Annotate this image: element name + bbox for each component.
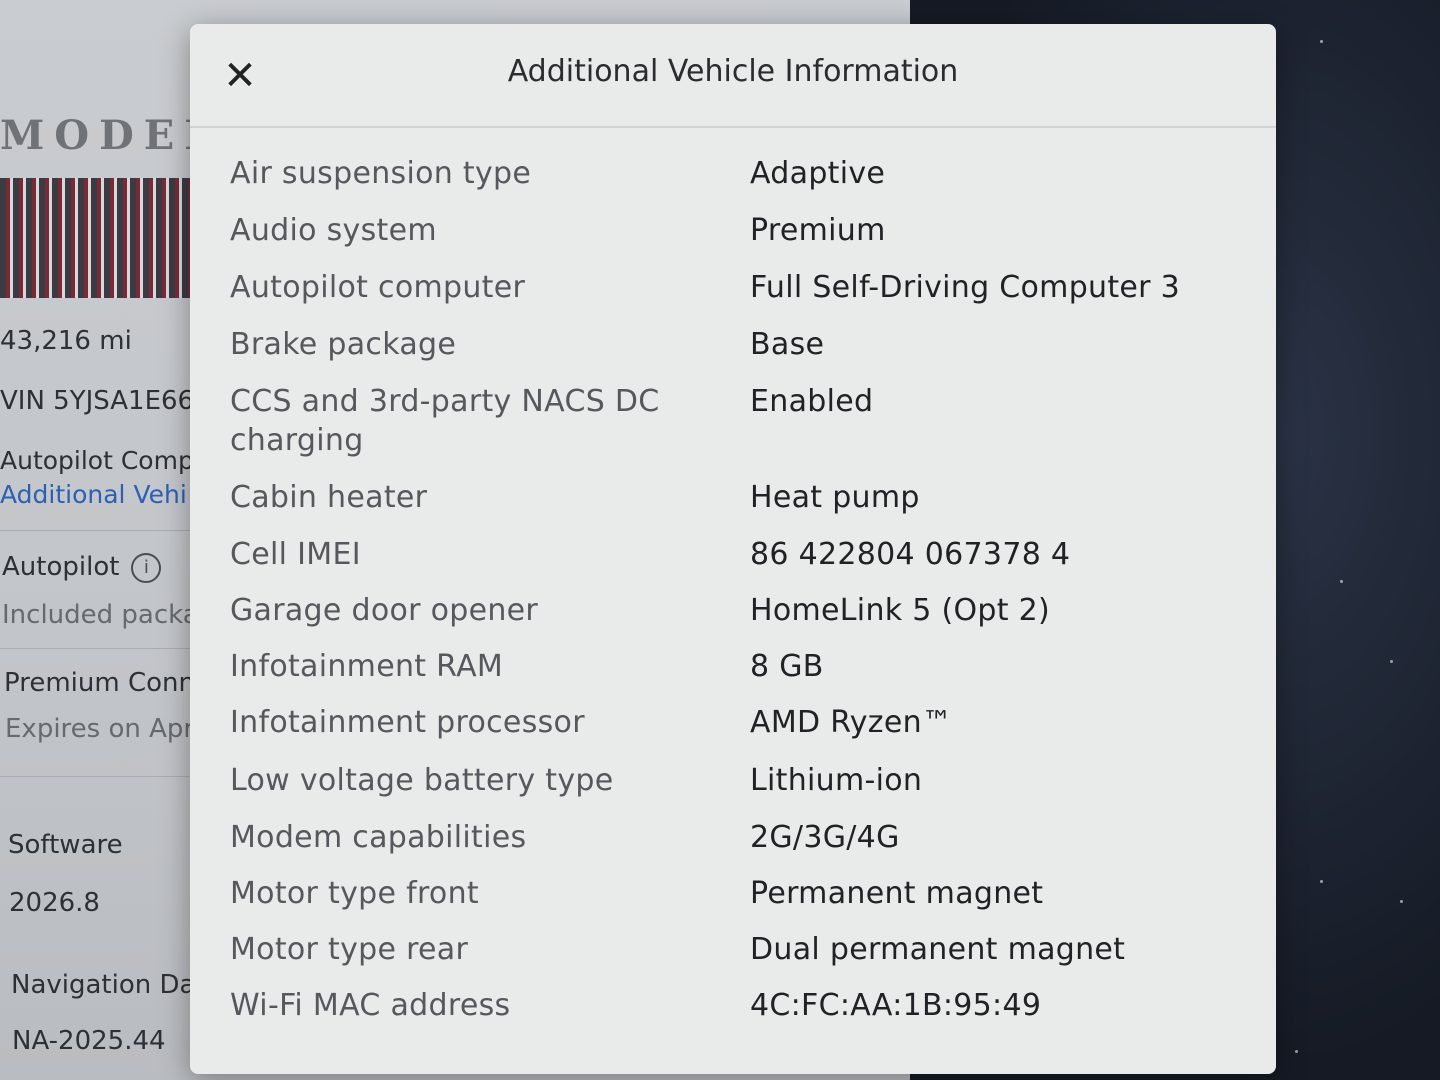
info-row: Low voltage battery type Lithium-ion <box>230 761 1240 818</box>
row-label: Low voltage battery type <box>230 763 614 798</box>
row-value: Enabled <box>750 384 874 419</box>
row-value: Dual permanent magnet <box>750 932 1126 967</box>
star <box>1320 40 1323 43</box>
row-label: Infotainment processor <box>230 705 585 740</box>
row-label: Cabin heater <box>230 480 428 515</box>
star <box>1295 1050 1298 1053</box>
modal-header: ✕ Additional Vehicle Information <box>190 24 1276 128</box>
row-value: Base <box>750 327 825 362</box>
row-value: 2G/3G/4G <box>750 820 900 855</box>
row-label: Infotainment RAM <box>230 649 504 684</box>
info-row: Brake package Base <box>230 325 1240 382</box>
row-value: 8 GB <box>750 649 824 684</box>
row-label: Cell IMEI <box>230 537 361 572</box>
car-thumbnail <box>0 178 200 298</box>
divider <box>0 776 200 777</box>
info-row: Modem capabilities 2G/3G/4G <box>230 818 1240 874</box>
row-label: Air suspension type <box>230 156 532 191</box>
vin: VIN 5YJSA1E66 <box>0 386 195 416</box>
autopilot-label: Autopilot <box>2 552 120 582</box>
divider <box>0 648 200 649</box>
info-row: Infotainment RAM 8 GB <box>230 647 1240 703</box>
info-row: CCS and 3rd-party NACS DC charging Enabl… <box>230 382 1240 478</box>
row-label: Autopilot computer <box>230 270 526 305</box>
premium-connectivity-label: Premium Conn <box>4 668 195 698</box>
row-value: 4C:FC:AA:1B:95:49 <box>750 988 1042 1023</box>
row-value: Heat pump <box>750 480 920 515</box>
row-label: Audio system <box>230 213 437 248</box>
info-row: Wi-Fi MAC address 4C:FC:AA:1B:95:49 <box>230 986 1240 1042</box>
row-label: Brake package <box>230 327 457 362</box>
divider <box>0 530 200 531</box>
info-icon[interactable]: i <box>131 552 162 583</box>
row-label: Modem capabilities <box>230 820 527 855</box>
row-value: Premium <box>750 213 886 248</box>
star <box>1340 580 1343 583</box>
row-label: CCS and 3rd-party NACS DC charging <box>230 384 660 458</box>
autopilot-row: Autopilot i <box>2 552 162 583</box>
info-row: Air suspension type Adaptive <box>230 154 1240 211</box>
info-row: Cabin heater Heat pump <box>230 478 1240 535</box>
additional-vehicle-info-modal: ✕ Additional Vehicle Information Air sus… <box>190 24 1276 1074</box>
premium-connectivity-expiry: Expires on Apr <box>5 714 195 744</box>
row-value: 86 422804 067378 4 <box>750 537 1071 572</box>
autopilot-computer-label: Autopilot Comp <box>0 446 194 475</box>
info-row: Audio system Premium <box>230 211 1240 268</box>
star <box>1320 880 1323 883</box>
row-label: Motor type rear <box>230 932 469 967</box>
row-value: Full Self-Driving Computer 3 <box>750 270 1181 305</box>
row-value: AMD Ryzen™ <box>750 705 953 740</box>
star <box>1400 900 1403 903</box>
navigation-data-version: NA-2025.44 <box>12 1026 166 1056</box>
info-row: Autopilot computer Full Self-Driving Com… <box>230 268 1240 325</box>
row-label: Motor type front <box>230 876 479 911</box>
row-value: Permanent magnet <box>750 876 1044 911</box>
additional-vehicle-info-link[interactable]: Additional Vehi <box>0 480 187 509</box>
info-row: Motor type rear Dual permanent magnet <box>230 930 1240 986</box>
row-value: Adaptive <box>750 156 886 191</box>
info-row: Cell IMEI 86 422804 067378 4 <box>230 535 1240 591</box>
info-rows: Air suspension type Adaptive Audio syste… <box>230 154 1240 1042</box>
software-label: Software <box>8 830 123 860</box>
row-value: HomeLink 5 (Opt 2) <box>750 593 1051 628</box>
info-row: Motor type front Permanent magnet <box>230 874 1240 930</box>
software-version: 2026.8 <box>9 888 100 918</box>
odometer: 43,216 mi <box>0 326 132 356</box>
row-value: Lithium-ion <box>750 763 923 798</box>
info-row: Garage door opener HomeLink 5 (Opt 2) <box>230 591 1240 647</box>
row-label: Wi-Fi MAC address <box>230 988 511 1023</box>
info-row: Infotainment processor AMD Ryzen™ <box>230 703 1240 761</box>
star <box>1390 660 1393 663</box>
modal-title: Additional Vehicle Information <box>507 54 959 89</box>
row-label: Garage door opener <box>230 593 539 628</box>
included-package: Included packa <box>2 600 199 630</box>
